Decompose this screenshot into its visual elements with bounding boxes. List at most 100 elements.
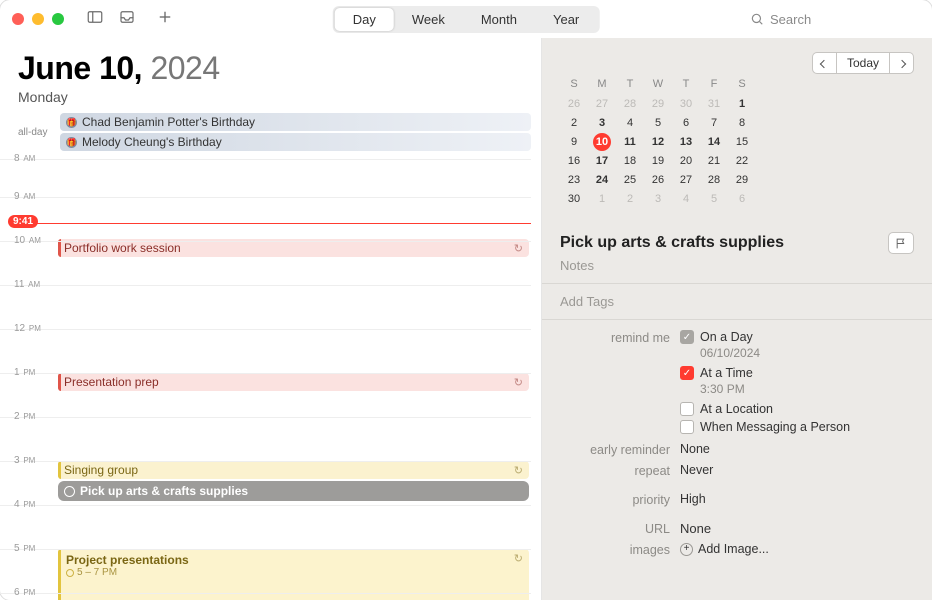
reminder-circle-icon	[64, 486, 75, 497]
mini-day[interactable]: 3	[588, 113, 616, 132]
mini-day[interactable]: 27	[588, 94, 616, 113]
minimize-button[interactable]	[32, 13, 44, 25]
mini-day[interactable]: 29	[644, 94, 672, 113]
mini-day[interactable]: 6	[672, 113, 700, 132]
date-header: June 10, 2024 Monday	[0, 38, 541, 111]
mini-day[interactable]: 30	[560, 189, 588, 208]
mini-day[interactable]: 9	[560, 132, 588, 151]
hour-line	[0, 285, 531, 286]
mini-day[interactable]: 16	[560, 151, 588, 170]
mini-day[interactable]: 8	[728, 113, 756, 132]
mini-day[interactable]: 28	[700, 170, 728, 189]
search-placeholder: Search	[770, 12, 811, 27]
mini-day[interactable]: 30	[672, 94, 700, 113]
mini-day[interactable]: 7	[700, 113, 728, 132]
view-tab-week[interactable]: Week	[394, 8, 463, 31]
mini-day[interactable]: 23	[560, 170, 588, 189]
add-image-button[interactable]: + Add Image...	[680, 542, 914, 556]
mini-day[interactable]: 5	[700, 189, 728, 208]
mini-day[interactable]: 17	[588, 151, 616, 170]
mini-day[interactable]: 22	[728, 151, 756, 170]
at-a-time-checkbox[interactable]: ✓ At a Time	[680, 366, 914, 380]
view-tab-month[interactable]: Month	[463, 8, 535, 31]
mini-day[interactable]: 3	[644, 189, 672, 208]
mini-day[interactable]: 26	[560, 94, 588, 113]
mini-day[interactable]: 6	[728, 189, 756, 208]
mini-day[interactable]: 29	[728, 170, 756, 189]
mini-day[interactable]: 13	[672, 132, 700, 151]
repeat-icon: ↻	[514, 552, 523, 565]
mini-calendar: Today SMTWTFS262728293031123456789101112…	[542, 38, 932, 218]
mini-day[interactable]: 25	[616, 170, 644, 189]
hour-label: 4 PM	[14, 499, 35, 510]
birthday-icon: 🎁	[66, 137, 77, 148]
mini-day[interactable]: 24	[588, 170, 616, 189]
url-value[interactable]: None	[680, 521, 914, 536]
mini-day[interactable]: 1	[728, 94, 756, 113]
hour-line	[0, 373, 531, 374]
toolbar-icons	[86, 8, 174, 31]
event-singing[interactable]: Singing group ↻	[58, 461, 529, 479]
repeat-icon: ↻	[514, 464, 523, 477]
allday-section: all-day 🎁Chad Benjamin Potter's Birthday…	[0, 111, 541, 155]
mini-day[interactable]: 4	[672, 189, 700, 208]
mini-day[interactable]: 1	[588, 189, 616, 208]
search-field[interactable]: Search	[750, 12, 920, 27]
mini-day[interactable]: 12	[644, 132, 672, 151]
mini-dow: S	[728, 78, 756, 94]
mini-day[interactable]: 15	[728, 132, 756, 151]
close-button[interactable]	[12, 13, 24, 25]
view-switcher: DayWeekMonthYear	[333, 6, 600, 33]
today-button[interactable]: Today	[836, 52, 890, 74]
flag-button[interactable]	[888, 232, 914, 254]
fullscreen-button[interactable]	[52, 13, 64, 25]
early-reminder-value[interactable]: None	[680, 442, 914, 456]
repeat-icon: ↻	[514, 376, 523, 389]
inspector-panel: Today SMTWTFS262728293031123456789101112…	[542, 38, 932, 600]
repeat-icon: ↻	[514, 242, 523, 255]
mini-day[interactable]: 18	[616, 151, 644, 170]
mini-day[interactable]: 27	[672, 170, 700, 189]
notes-field[interactable]: Notes	[560, 258, 914, 273]
mini-day[interactable]: 11	[616, 132, 644, 151]
event-pickup-selected[interactable]: Pick up arts & crafts supplies	[58, 481, 529, 501]
mini-day[interactable]: 26	[644, 170, 672, 189]
priority-label: priority	[560, 492, 680, 507]
allday-event[interactable]: 🎁Chad Benjamin Potter's Birthday	[60, 113, 531, 131]
mini-day[interactable]: 21	[700, 151, 728, 170]
mini-day[interactable]: 4	[616, 113, 644, 132]
flag-icon	[895, 237, 908, 250]
mini-day[interactable]: 2	[560, 113, 588, 132]
event-time: 5 – 7 PM	[66, 567, 117, 578]
sidebar-toggle-icon[interactable]	[86, 8, 104, 31]
prev-month-button[interactable]	[812, 52, 836, 74]
at-location-checkbox[interactable]: At a Location	[680, 402, 914, 416]
mini-calendar-nav: Today	[812, 52, 914, 74]
mini-day[interactable]: 10	[588, 132, 616, 151]
mini-day[interactable]: 14	[700, 132, 728, 151]
mini-day[interactable]: 19	[644, 151, 672, 170]
priority-value[interactable]: High	[680, 492, 914, 506]
repeat-value[interactable]: Never	[680, 463, 914, 477]
reminder-title[interactable]: Pick up arts & crafts supplies	[560, 234, 888, 252]
mini-day[interactable]: 28	[616, 94, 644, 113]
mini-day[interactable]: 20	[672, 151, 700, 170]
mini-day[interactable]: 31	[700, 94, 728, 113]
allday-event[interactable]: 🎁Melody Cheung's Birthday	[60, 133, 531, 151]
event-presentation[interactable]: Presentation prep ↻	[58, 373, 529, 391]
mini-day[interactable]: 5	[644, 113, 672, 132]
at-a-time-value[interactable]: 3:30 PM	[700, 382, 914, 396]
on-a-day-checkbox[interactable]: ✓ On a Day	[680, 330, 914, 344]
next-month-button[interactable]	[890, 52, 914, 74]
view-tab-year[interactable]: Year	[535, 8, 597, 31]
timeline[interactable]: 9:41 Portfolio work session ↻ Presentati…	[0, 159, 541, 589]
current-time-badge: 9:41	[8, 215, 38, 228]
on-a-day-value[interactable]: 06/10/2024	[700, 346, 914, 360]
when-messaging-checkbox[interactable]: When Messaging a Person	[680, 420, 914, 434]
inbox-icon[interactable]	[118, 8, 136, 31]
view-tab-day[interactable]: Day	[335, 8, 394, 31]
tags-field[interactable]: Add Tags	[560, 294, 914, 309]
mini-calendar-grid[interactable]: SMTWTFS262728293031123456789101112131415…	[560, 78, 756, 208]
add-event-button[interactable]	[156, 8, 174, 31]
mini-day[interactable]: 2	[616, 189, 644, 208]
